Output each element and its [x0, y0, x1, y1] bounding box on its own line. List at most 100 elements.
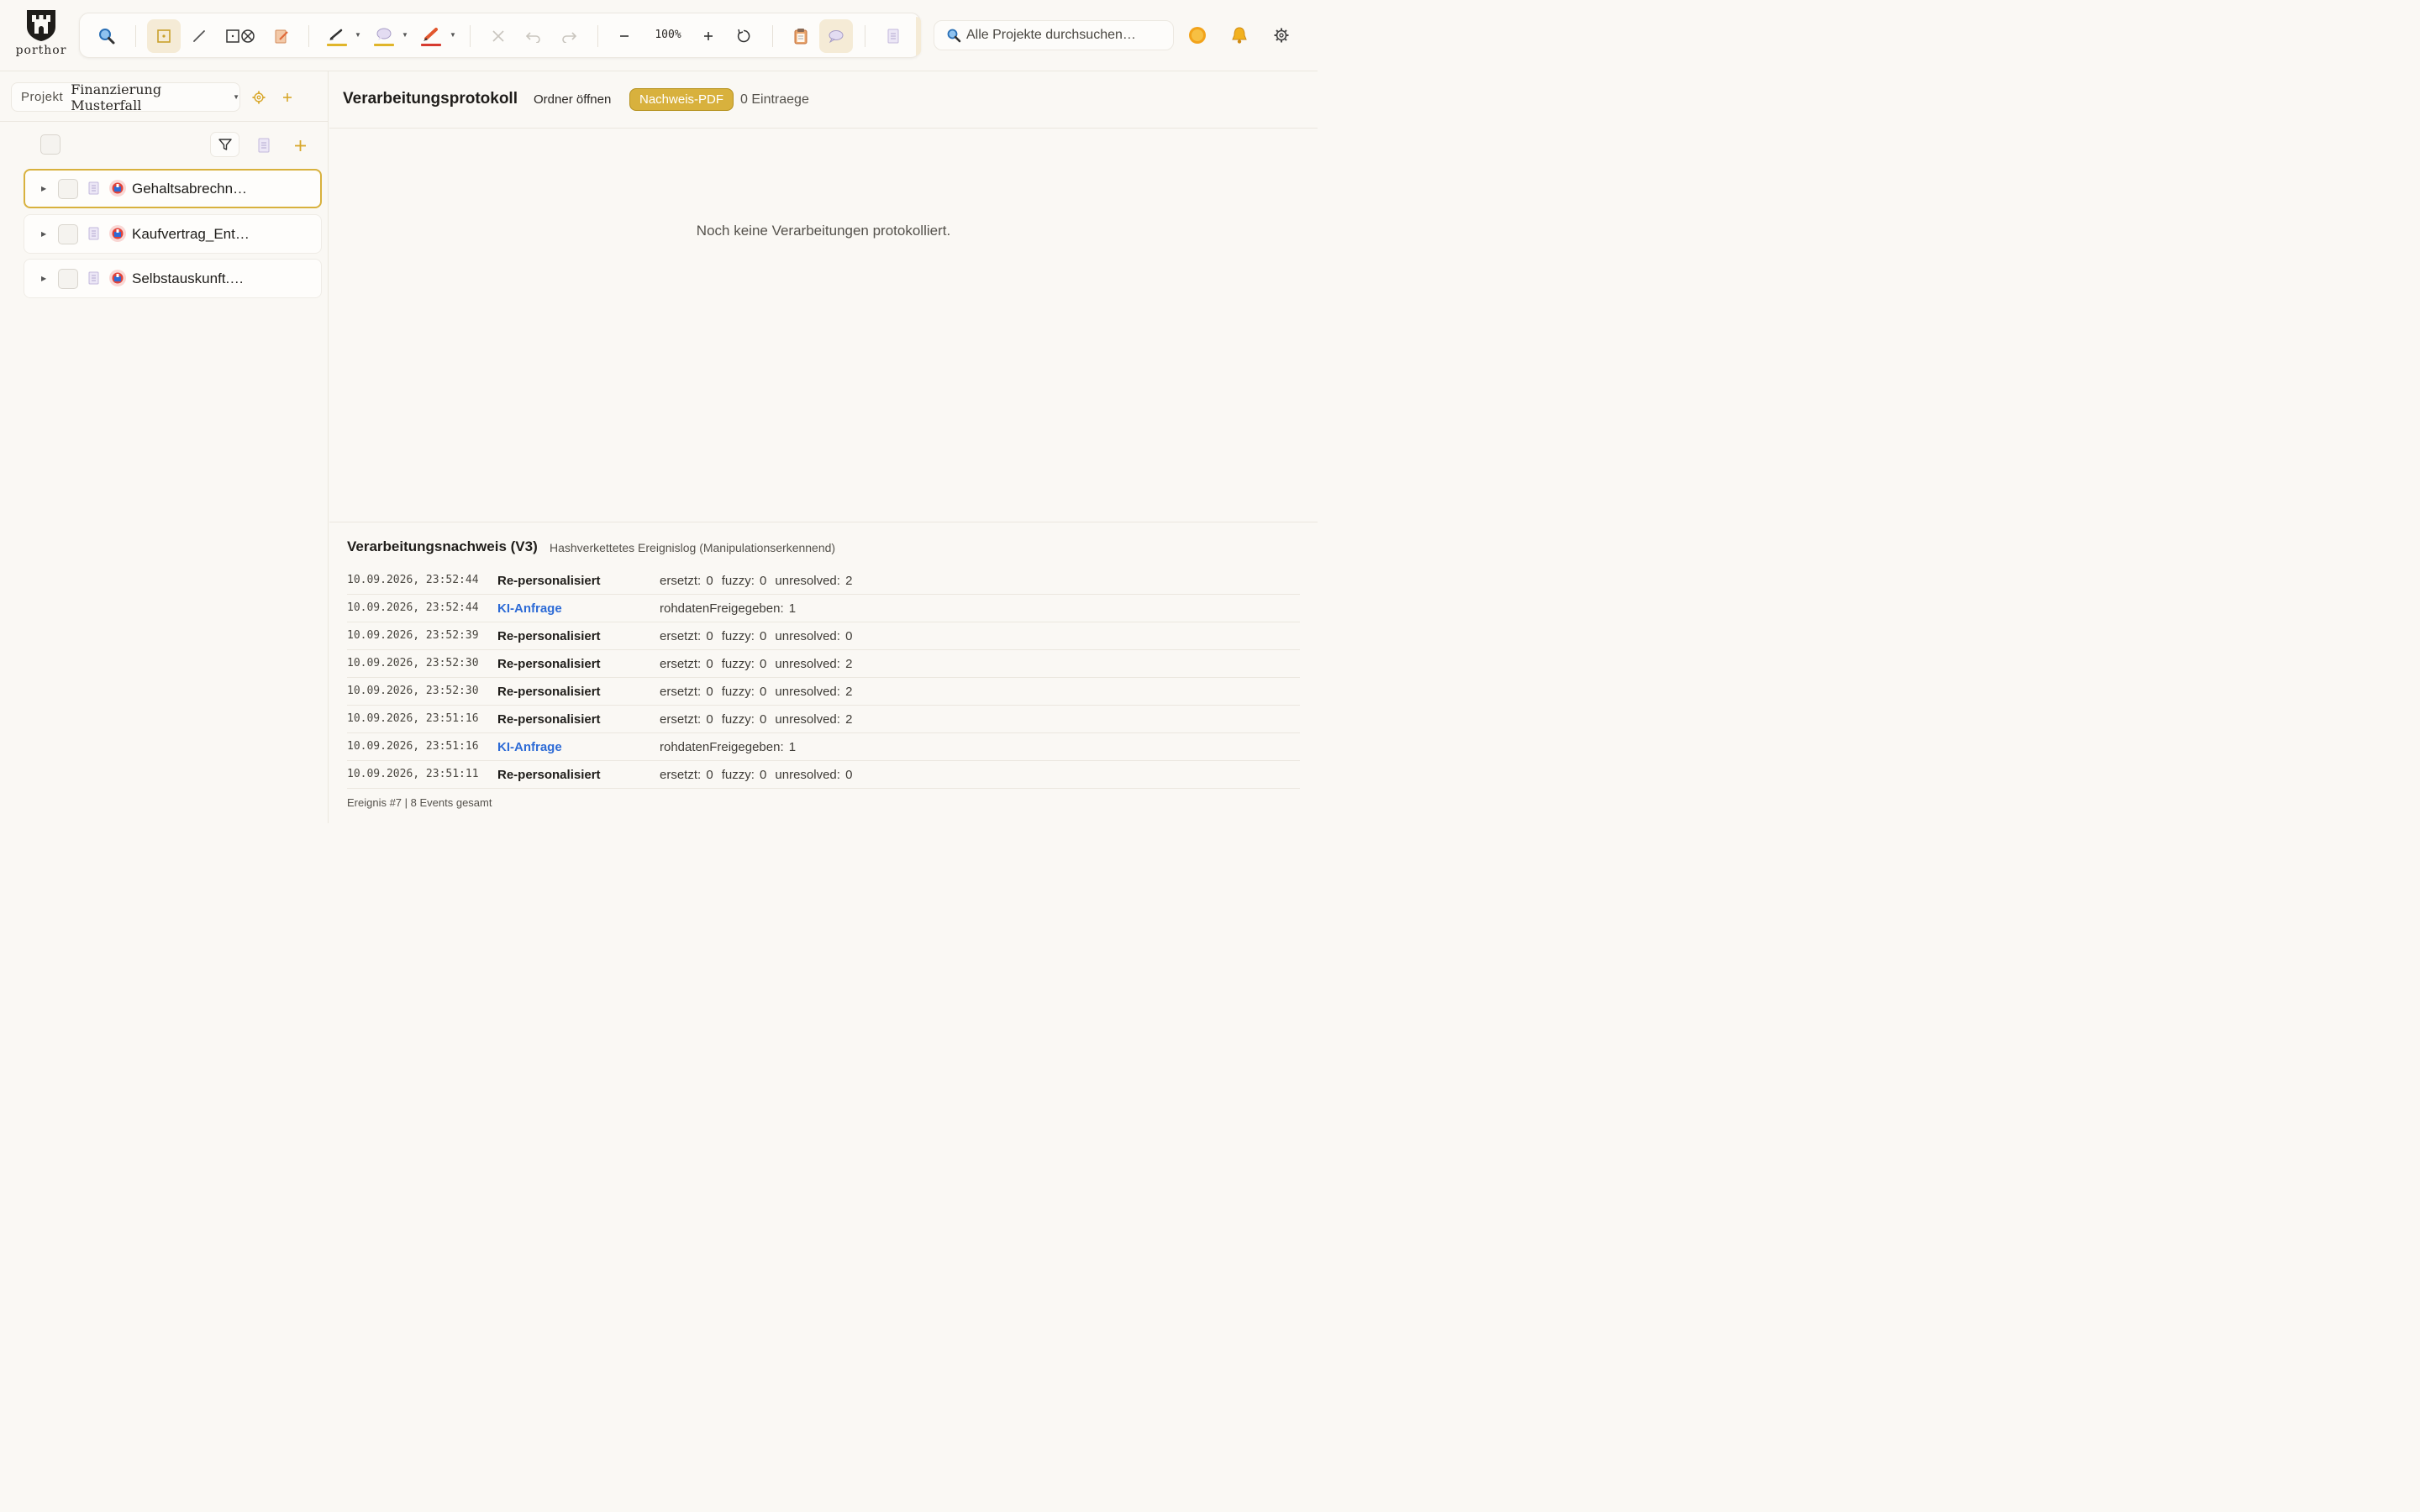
chevron-down-icon: ▼: [233, 93, 239, 101]
project-settings-button[interactable]: [250, 89, 267, 106]
select-all-checkbox[interactable]: [40, 134, 60, 155]
theme-toggle-button[interactable]: [1186, 24, 1209, 47]
empty-state-message: Noch keine Verarbeitungen protokolliert.: [696, 223, 951, 239]
event-detail: ersetzt: 0: [660, 629, 713, 643]
event-timestamp: 10.09.2026, 23:52:39: [347, 629, 479, 642]
event-timestamp: 10.09.2026, 23:51:16: [347, 712, 479, 725]
expand-arrow-icon[interactable]: ▶: [41, 230, 46, 238]
project-selector[interactable]: Projekt Finanzierung Musterfall ▼: [11, 81, 240, 113]
redaction-status-icon: [109, 270, 126, 286]
select-tool-button[interactable]: [147, 19, 181, 53]
event-details: ersetzt: 0 fuzzy: 0 unresolved: 0: [660, 629, 860, 643]
event-type: Re-personalisiert: [497, 574, 601, 588]
filter-icon: [218, 139, 232, 150]
event-detail: unresolved: 2: [775, 574, 853, 588]
event-details: ersetzt: 0 fuzzy: 0 unresolved: 2: [660, 574, 860, 588]
document-icon: [88, 181, 99, 195]
event-details: ersetzt: 0 fuzzy: 0 unresolved: 2: [660, 657, 860, 671]
event-detail: fuzzy: 0: [721, 712, 767, 727]
page-title: Verarbeitungsprotokoll: [343, 90, 518, 108]
event-type: Re-personalisiert: [497, 657, 601, 671]
checkbox[interactable]: [40, 134, 60, 155]
pen-tool-button[interactable]: [414, 19, 448, 53]
event-timestamp: 10.09.2026, 23:52:30: [347, 657, 479, 669]
brush-tool-button[interactable]: [182, 19, 216, 53]
project-sidebar: Projekt Finanzierung Musterfall ▼ ▶ Geha…: [0, 71, 329, 823]
pen-dropdown-icon[interactable]: ▼: [450, 31, 456, 39]
search-input[interactable]: [966, 28, 1168, 43]
document-icon: [887, 29, 899, 44]
close-icon: [492, 30, 504, 42]
main-panel: Verarbeitungsprotokoll Ordner öffnen Nac…: [329, 71, 1318, 823]
log-row: 10.09.2026, 23:51:16 Re-personalisiert e…: [347, 706, 1300, 733]
search-tool-button[interactable]: [90, 19, 124, 53]
event-detail: unresolved: 0: [775, 629, 853, 643]
sun-icon: [1189, 27, 1206, 44]
brand-logo[interactable]: porthor: [13, 8, 69, 64]
comment-tool-button[interactable]: [367, 19, 401, 53]
undo-button[interactable]: [517, 19, 550, 53]
document-checkbox[interactable]: [58, 179, 78, 199]
gear-icon: [252, 91, 266, 104]
open-folder-button[interactable]: Ordner öffnen: [534, 92, 611, 107]
rotate-button[interactable]: [727, 19, 760, 53]
event-detail: fuzzy: 0: [721, 629, 767, 643]
toolbar-divider: [470, 25, 471, 47]
zoom-out-button[interactable]: [608, 19, 641, 53]
event-type-link[interactable]: KI-Anfrage: [497, 740, 562, 754]
gear-icon: [1274, 28, 1289, 43]
highlighter-dropdown-icon[interactable]: ▼: [355, 31, 361, 39]
proof-pdf-button[interactable]: Nachweis-PDF: [629, 88, 734, 111]
highlighter-tool-button[interactable]: [320, 19, 354, 53]
delete-button[interactable]: [481, 19, 515, 53]
document-item[interactable]: ▶ Kaufvertrag_Ent…: [24, 214, 322, 254]
magnifier-icon: [99, 29, 115, 45]
plus-icon: [283, 93, 292, 102]
event-detail: fuzzy: 0: [721, 685, 767, 699]
speech-bubble-icon: [374, 28, 394, 46]
log-row: 10.09.2026, 23:52:44 KI-Anfrage rohdaten…: [347, 595, 1300, 622]
comment-dropdown-icon[interactable]: ▼: [402, 31, 408, 39]
document-item[interactable]: ▶ Selbstauskunft.…: [24, 259, 322, 298]
entry-count: 0 Eintraege: [740, 92, 809, 107]
filter-button[interactable]: [210, 132, 239, 157]
document-checkbox[interactable]: [58, 269, 78, 289]
edit-document-tool-button[interactable]: [265, 19, 298, 53]
speech-bubble-icon: [829, 30, 844, 44]
event-timestamp: 10.09.2026, 23:52:44: [347, 574, 479, 586]
document-view-button[interactable]: [876, 19, 910, 53]
event-type-link[interactable]: KI-Anfrage: [497, 601, 562, 616]
brush-icon: [193, 30, 205, 42]
minus-icon: [620, 35, 629, 37]
add-project-button[interactable]: [279, 89, 296, 106]
settings-button[interactable]: [1270, 24, 1293, 47]
document-checkbox[interactable]: [58, 224, 78, 244]
log-row: 10.09.2026, 23:52:30 Re-personalisiert e…: [347, 650, 1300, 678]
redo-button[interactable]: [552, 19, 586, 53]
rotate-icon: [737, 29, 750, 43]
project-label: Projekt: [21, 90, 64, 104]
clipboard-button[interactable]: [784, 19, 818, 53]
event-log-footer: Ereignis #7 | 8 Events gesamt: [347, 796, 492, 809]
notifications-button[interactable]: [1228, 24, 1251, 47]
editor-toolbar: ▼ ▼ ▼ 100%: [79, 13, 921, 58]
expand-arrow-icon[interactable]: ▶: [41, 185, 46, 192]
event-detail: rohdatenFreigegeben: 1: [660, 740, 797, 754]
expand-arrow-icon[interactable]: ▶: [41, 275, 46, 282]
comments-panel-button[interactable]: [819, 19, 853, 53]
project-search[interactable]: [934, 20, 1174, 50]
event-detail: fuzzy: 0: [721, 768, 767, 782]
event-type: Re-personalisiert: [497, 629, 601, 643]
document-icon: [258, 138, 270, 153]
document-list-button[interactable]: [255, 136, 272, 155]
event-detail: ersetzt: 0: [660, 685, 713, 699]
event-log: 10.09.2026, 23:52:44 Re-personalisiert e…: [347, 567, 1300, 789]
redaction-status-icon: [109, 225, 126, 242]
event-detail: unresolved: 0: [775, 768, 853, 782]
zoom-in-button[interactable]: [692, 19, 725, 53]
redo-icon: [562, 32, 577, 43]
add-document-button[interactable]: [292, 137, 308, 154]
document-item[interactable]: ▶ Gehaltsabrechn…: [24, 169, 322, 208]
toolbar-divider: [308, 25, 309, 47]
redact-area-tool-button[interactable]: [221, 19, 260, 53]
